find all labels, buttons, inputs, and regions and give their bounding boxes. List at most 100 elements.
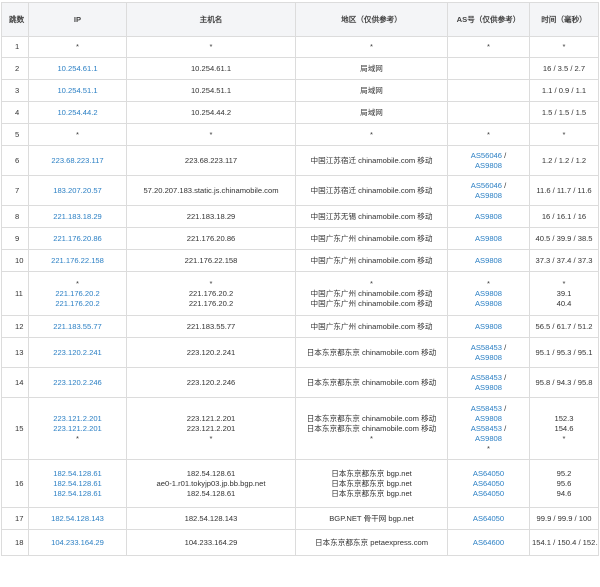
hop-cell: 11 [1, 271, 29, 316]
as-link[interactable]: AS9808 [475, 299, 502, 308]
region-text: 局域网 [360, 107, 383, 117]
as-line: AS9808 [450, 161, 527, 171]
time-cell: 40.5 / 39.9 / 38.5 [529, 227, 599, 250]
ip-text: * [76, 433, 79, 443]
as-link[interactable]: AS9808 [475, 191, 502, 200]
ip-link[interactable]: 223.121.2.201 [31, 414, 124, 424]
table-row: 14 223.120.2.246 223.120.2.246 日本东京都东京 chin… [1, 367, 599, 398]
as-link[interactable]: AS9808 [475, 414, 502, 423]
ip-link[interactable]: 221.176.20.2 [31, 299, 124, 309]
as-link[interactable]: AS9808 [475, 434, 502, 443]
as-link[interactable]: AS64600 [473, 538, 504, 547]
ip-link[interactable]: 221.176.20.2 [31, 289, 124, 299]
ip-link[interactable]: 221.183.18.29 [31, 212, 124, 222]
time-cell: 99.9 / 99.9 / 100 [529, 507, 599, 530]
region-cell: 日本东京都东京 chinamobile.com 移动 日本东京都东京 chinam… [295, 397, 448, 460]
ip-link[interactable]: 10.254.51.1 [31, 86, 124, 96]
ip-link[interactable]: 223.120.2.241 [31, 348, 124, 358]
table-row: 1 * * * * * [1, 36, 599, 58]
as-cell [447, 101, 530, 124]
as-link[interactable]: AS9808 [475, 353, 502, 362]
ip-link[interactable]: 10.254.44.2 [31, 108, 124, 118]
ip-link[interactable]: 182.54.128.61 [31, 469, 124, 479]
ip-cell: 223.120.2.246 [28, 367, 127, 398]
table-row: 3 10.254.51.1 10.254.51.1 局域网 1.1 / 0.9 / 1.… [1, 79, 599, 102]
ip-link[interactable]: 221.183.55.77 [31, 322, 124, 332]
as-cell: AS9808 [447, 249, 530, 272]
as-link[interactable]: AS64050 [473, 469, 504, 478]
ip-cell: 223.68.223.117 [28, 145, 127, 176]
host-cell: 10.254.51.1 [126, 79, 296, 102]
as-separator: / [502, 423, 507, 433]
ip-text: * [76, 129, 79, 139]
time-text: 40.5 / 39.9 / 38.5 [535, 233, 593, 243]
as-cell: AS56046 /AS9808 [447, 175, 530, 206]
ip-link[interactable]: 223.121.2.201 [31, 424, 124, 434]
as-link[interactable]: AS64050 [473, 489, 504, 498]
host-text: 182.54.128.61 [186, 468, 236, 478]
time-text: 16 / 3.5 / 2.7 [542, 63, 586, 73]
as-link[interactable]: AS9808 [475, 212, 502, 221]
region-text: 局域网 [360, 63, 383, 73]
as-link[interactable]: AS58453 [471, 373, 502, 382]
as-link[interactable]: AS58453 [471, 343, 502, 352]
ip-cell: 221.183.18.29 [28, 205, 127, 228]
time-text: 95.6 [556, 478, 572, 488]
as-cell: AS9808 [447, 315, 530, 338]
time-cell: 1.1 / 0.9 / 1.1 [529, 79, 599, 102]
region-text: 中国广东广州 chinamobile.com 移动 [310, 233, 433, 243]
ip-link[interactable]: 221.176.22.158 [31, 256, 124, 266]
host-cell: 57.20.207.183.static.js.chinamobile.com [126, 175, 296, 206]
as-link[interactable]: AS9808 [475, 289, 502, 298]
ip-cell: 221.176.22.158 [28, 249, 127, 272]
as-link[interactable]: AS64050 [473, 514, 504, 523]
ip-text: * [76, 278, 79, 288]
ip-link[interactable]: 182.54.128.61 [31, 479, 124, 489]
as-separator: / [502, 180, 507, 190]
as-link[interactable]: AS58453 [471, 404, 502, 413]
as-link[interactable]: AS64050 [473, 479, 504, 488]
region-text: 中国广东广州 chinamobile.com 移动 [310, 288, 433, 298]
host-text: 10.254.61.1 [190, 63, 232, 73]
as-line: AS9808 [450, 322, 527, 332]
host-cell: 104.233.164.29 [126, 529, 296, 556]
region-cell: 局域网 [295, 79, 448, 102]
host-cell: 182.54.128.143 [126, 507, 296, 530]
as-line: AS9808 [450, 191, 527, 201]
as-link[interactable]: AS9808 [475, 383, 502, 392]
ip-link[interactable]: 10.254.61.1 [31, 64, 124, 74]
time-text: 95.2 [556, 468, 572, 478]
hop-cell: 10 [1, 249, 29, 272]
as-link[interactable]: AS9808 [475, 256, 502, 265]
as-line: AS9808 [450, 434, 527, 444]
time-text: 40.4 [556, 298, 572, 308]
as-link[interactable]: AS56046 [471, 181, 502, 190]
as-link[interactable]: AS9808 [475, 234, 502, 243]
region-text: 中国广东广州 chinamobile.com 移动 [310, 298, 433, 308]
as-link[interactable]: AS56046 [471, 151, 502, 160]
table-row: 7 183.207.20.57 57.20.207.183.static.js.ch… [1, 175, 599, 206]
ip-link[interactable]: 183.207.20.57 [31, 186, 124, 196]
ip-link[interactable]: 223.68.223.117 [31, 156, 124, 166]
as-link[interactable]: AS58453 [471, 424, 502, 433]
hop-cell: 15 [1, 397, 29, 460]
region-cell: 中国江苏宿迁 chinamobile.com 移动 [295, 175, 448, 206]
ip-link[interactable]: 182.54.128.61 [31, 489, 124, 499]
region-text: 日本东京都东京 bgp.net [331, 468, 412, 478]
as-link[interactable]: AS9808 [475, 161, 502, 170]
region-text: 中国广东广州 chinamobile.com 移动 [310, 255, 433, 265]
time-cell: * 39.1 40.4 [529, 271, 599, 316]
host-cell: 223.120.2.241 [126, 337, 296, 368]
as-line: * [450, 444, 527, 454]
ip-link[interactable]: 182.54.128.143 [31, 514, 124, 524]
host-cell: 221.183.55.77 [126, 315, 296, 338]
host-text: * [209, 129, 213, 139]
ip-link[interactable]: 221.176.20.86 [31, 234, 124, 244]
host-text: * [209, 433, 213, 443]
ip-link[interactable]: 223.120.2.246 [31, 378, 124, 388]
as-link[interactable]: AS9808 [475, 322, 502, 331]
ip-link[interactable]: 104.233.164.29 [31, 538, 124, 548]
region-text: * [370, 278, 373, 288]
as-line: AS9808 [450, 353, 527, 363]
ip-cell: * [28, 123, 127, 146]
